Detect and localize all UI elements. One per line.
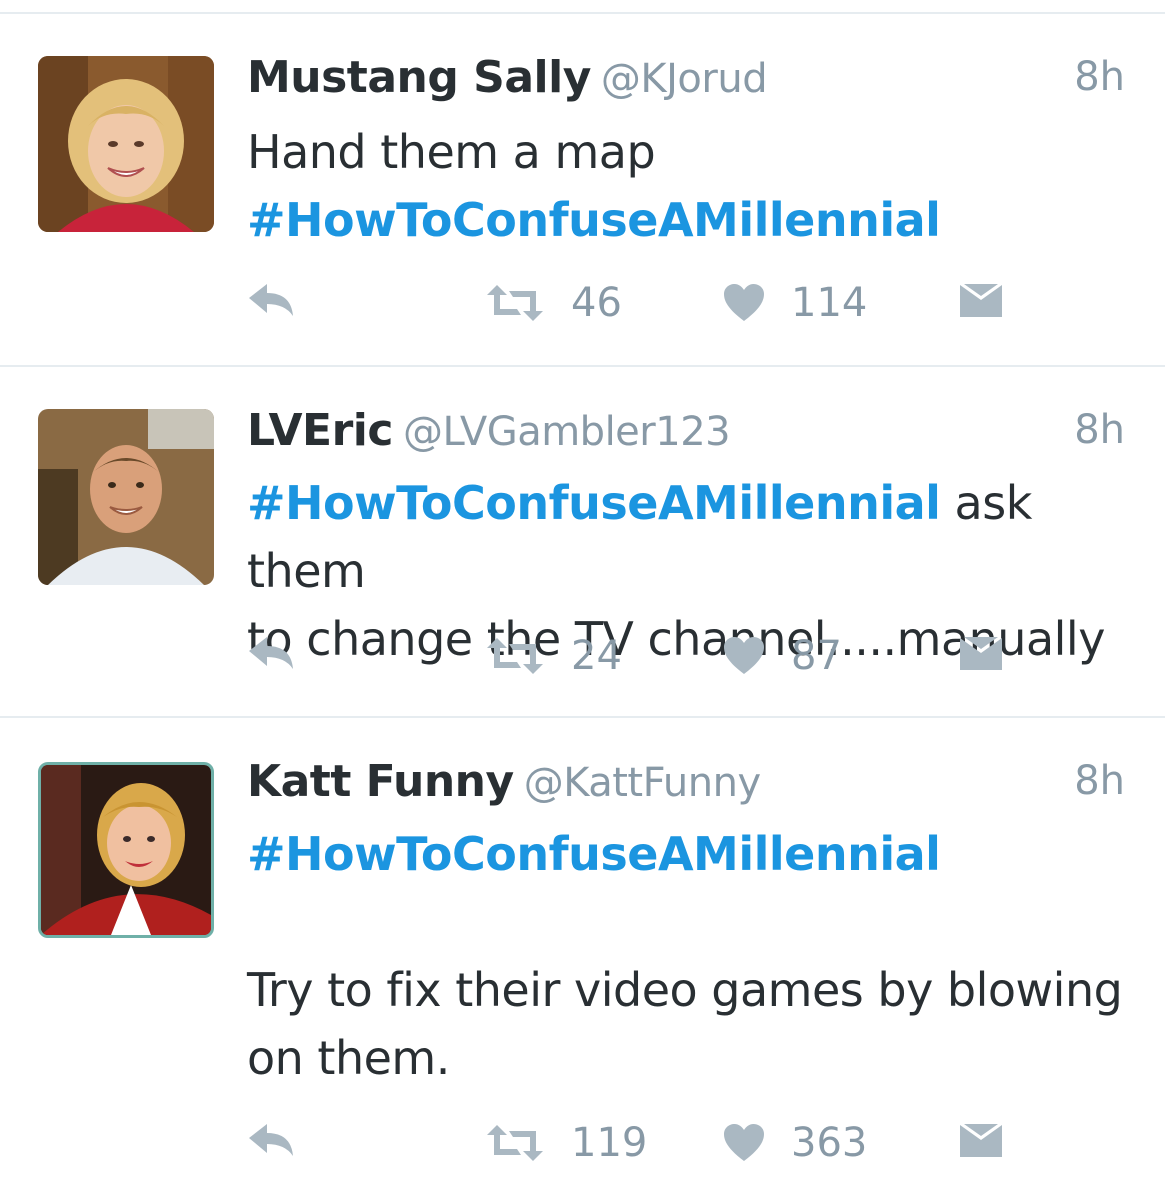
text-line: #HowToConfuseAMillennial: [247, 186, 1125, 254]
text-line: #HowToConfuseAMillennial ask them: [247, 469, 1125, 605]
reply-icon: [249, 637, 293, 669]
retweet-icon: [487, 638, 543, 674]
text-line: [247, 888, 1125, 956]
display-name[interactable]: Katt Funny: [247, 756, 514, 807]
retweet-count: 24: [571, 633, 622, 679]
hashtag-link[interactable]: #HowToConfuseAMillennial: [247, 827, 941, 881]
retweet-count: 119: [571, 1120, 648, 1166]
direct-message-button[interactable]: [959, 280, 1003, 320]
timestamp[interactable]: 8h: [1074, 758, 1125, 804]
tweet-header: Mustang Sally @KJorud 8h: [247, 52, 1125, 108]
like-button[interactable]: 87: [723, 633, 842, 679]
envelope-icon: [960, 637, 1002, 670]
text-segment: on them.: [247, 1031, 450, 1085]
username[interactable]: @KattFunny: [524, 760, 761, 806]
text-line: #HowToConfuseAMillennial: [247, 820, 1125, 888]
heart-icon: [724, 637, 764, 674]
like-button[interactable]: 363: [723, 1120, 867, 1166]
tweet-feed: Mustang Sally @KJorud 8h Hand them a map …: [0, 0, 1165, 1200]
heart-icon: [724, 1124, 764, 1161]
heart-icon: [724, 284, 764, 321]
direct-message-button[interactable]: [959, 633, 1003, 673]
envelope-icon: [960, 1124, 1002, 1157]
retweet-button[interactable]: 46: [485, 280, 622, 326]
text-line: Hand them a map: [247, 118, 1125, 186]
envelope-icon: [960, 284, 1002, 317]
text-line: on them.: [247, 1024, 1125, 1092]
display-name[interactable]: Mustang Sally: [247, 52, 591, 103]
display-name[interactable]: LVEric: [247, 405, 393, 456]
reply-icon: [249, 284, 293, 316]
like-button[interactable]: 114: [723, 280, 867, 326]
avatar[interactable]: [38, 56, 214, 232]
timestamp[interactable]: 8h: [1074, 407, 1125, 453]
tweet[interactable]: LVEric @LVGambler123 8h #HowToConfuseAMil…: [0, 365, 1165, 717]
timestamp[interactable]: 8h: [1074, 54, 1125, 100]
tweet-text: Hand them a map #HowToConfuseAMillennial: [247, 118, 1125, 254]
reply-button[interactable]: [247, 1120, 295, 1160]
like-count: 363: [791, 1120, 868, 1166]
text-segment: Hand them a map: [247, 125, 656, 179]
reply-button[interactable]: [247, 280, 295, 320]
tweet-text: #HowToConfuseAMillennial Try to fix thei…: [247, 820, 1125, 1092]
retweet-icon: [487, 285, 543, 321]
retweet-icon: [487, 1125, 543, 1161]
retweet-count: 46: [571, 280, 622, 326]
retweet-button[interactable]: 119: [485, 1120, 647, 1166]
hashtag-link[interactable]: #HowToConfuseAMillennial: [247, 193, 941, 247]
retweet-button[interactable]: 24: [485, 633, 622, 679]
username[interactable]: @KJorud: [601, 56, 768, 102]
tweet-header: LVEric @LVGambler123 8h: [247, 405, 1125, 461]
hashtag-link[interactable]: #HowToConfuseAMillennial: [247, 476, 941, 530]
reply-icon: [249, 1124, 293, 1156]
tweet[interactable]: Mustang Sally @KJorud 8h Hand them a map …: [0, 12, 1165, 366]
reply-button[interactable]: [247, 633, 295, 673]
tweet[interactable]: Katt Funny @KattFunny 8h #HowToConfuseAMi…: [0, 716, 1165, 1200]
avatar[interactable]: [38, 762, 214, 938]
direct-message-button[interactable]: [959, 1120, 1003, 1160]
avatar[interactable]: [38, 409, 214, 585]
like-count: 114: [791, 280, 868, 326]
like-count: 87: [791, 633, 842, 679]
text-line: Try to fix their video games by blowing: [247, 956, 1125, 1024]
username[interactable]: @LVGambler123: [403, 409, 731, 455]
text-segment: Try to fix their video games by blowing: [247, 963, 1123, 1017]
tweet-header: Katt Funny @KattFunny 8h: [247, 756, 1125, 812]
